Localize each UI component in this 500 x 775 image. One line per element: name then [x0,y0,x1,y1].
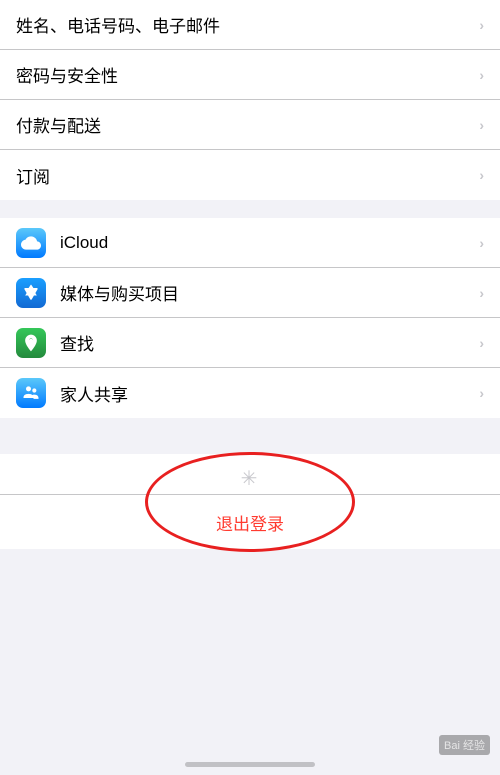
signout-button-row: 退出登录 [0,494,500,549]
media-purchases-label: 媒体与购买项目 [60,280,479,305]
settings-list: 姓名、电话号码、电子邮件 › 密码与安全性 › 付款与配送 › 订阅 › iCl… [0,0,500,549]
payment-delivery-item[interactable]: 付款与配送 › [0,100,500,150]
family-sharing-icon [16,378,46,408]
services-settings-group: iCloud › 媒体与购买项目 › 查找 › [0,218,500,418]
signout-section: ✳ 退出登录 [0,454,500,549]
loading-spinner: ✳ [0,454,500,494]
spinner-indicator: ✳ [241,466,260,491]
signout-button[interactable]: 退出登录 [216,510,284,535]
subscriptions-item[interactable]: 订阅 › [0,150,500,200]
findmy-icon [16,328,46,358]
watermark: Bai 经验 [439,735,490,755]
chevron-icon: › [479,235,484,251]
name-phone-email-label: 姓名、电话号码、电子邮件 [16,12,479,37]
subscriptions-label: 订阅 [16,163,479,188]
section-gap-2 [0,418,500,436]
icloud-label: iCloud [60,233,479,253]
findmy-item[interactable]: 查找 › [0,318,500,368]
chevron-icon: › [479,17,484,33]
payment-delivery-label: 付款与配送 [16,112,479,137]
media-purchases-item[interactable]: 媒体与购买项目 › [0,268,500,318]
section-gap-1 [0,200,500,218]
account-settings-group: 姓名、电话号码、电子邮件 › 密码与安全性 › 付款与配送 › 订阅 › [0,0,500,200]
name-phone-email-item[interactable]: 姓名、电话号码、电子邮件 › [0,0,500,50]
findmy-label: 查找 [60,330,479,355]
appstore-icon [16,278,46,308]
password-security-label: 密码与安全性 [16,62,479,87]
chevron-icon: › [479,285,484,301]
chevron-icon: › [479,385,484,401]
password-security-item[interactable]: 密码与安全性 › [0,50,500,100]
chevron-icon: › [479,67,484,83]
chevron-icon: › [479,167,484,183]
family-sharing-label: 家人共享 [60,381,479,406]
chevron-icon: › [479,117,484,133]
icloud-item[interactable]: iCloud › [0,218,500,268]
family-sharing-item[interactable]: 家人共享 › [0,368,500,418]
icloud-icon [16,228,46,258]
home-indicator [185,762,315,767]
chevron-icon: › [479,335,484,351]
